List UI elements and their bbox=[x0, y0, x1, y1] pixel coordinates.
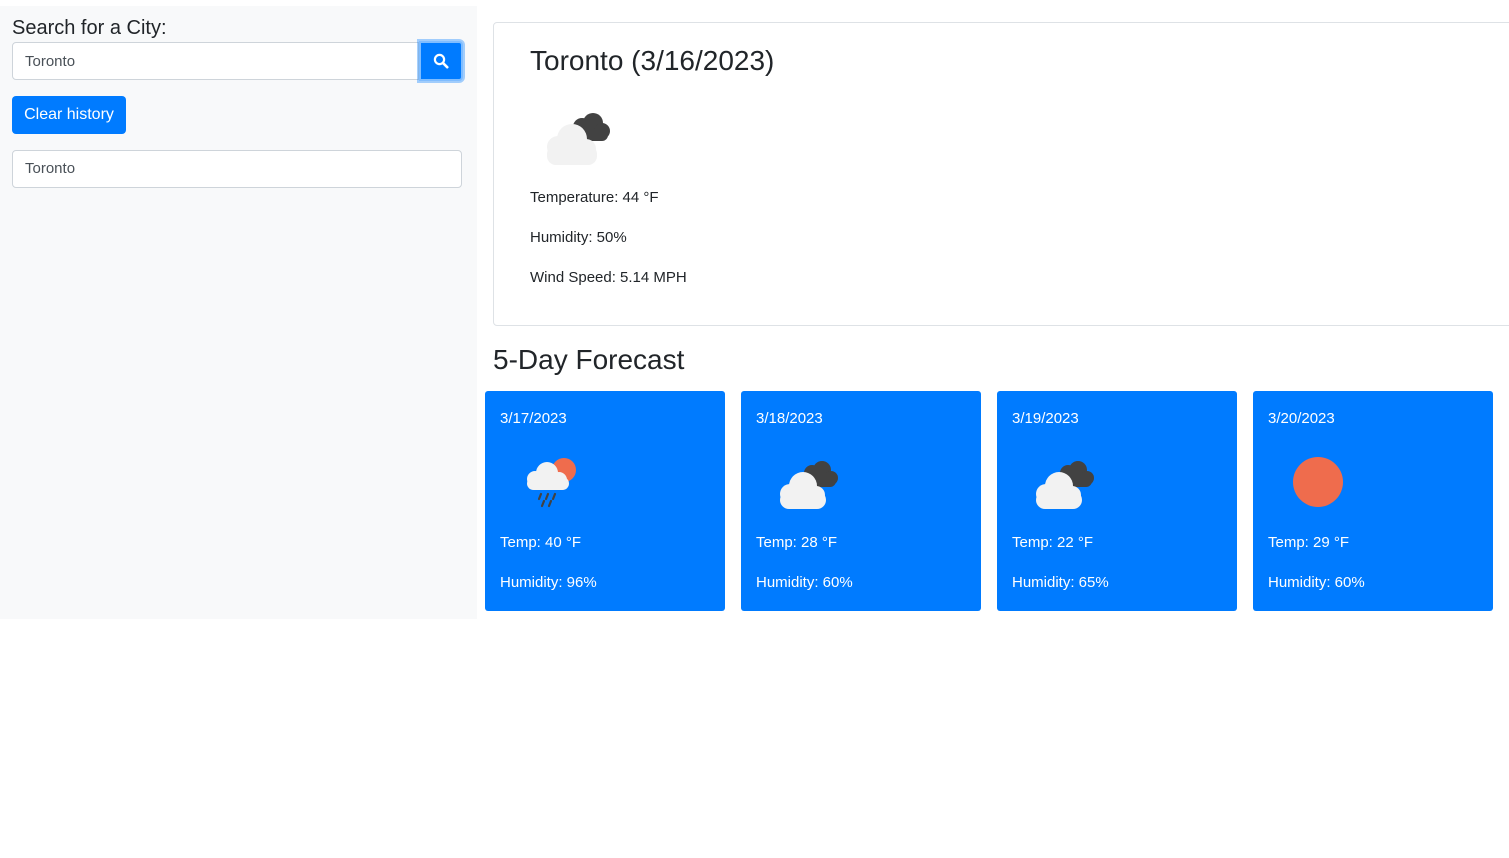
search-button[interactable] bbox=[419, 41, 463, 81]
forecast-date: 3/19/2023 bbox=[1012, 410, 1079, 427]
forecast-date: 3/18/2023 bbox=[756, 410, 823, 427]
clear-history-button[interactable]: Clear history bbox=[12, 96, 126, 134]
forecast-temp: Temp: 28 °F bbox=[756, 534, 838, 551]
forecast-humidity: Humidity: 65% bbox=[1012, 574, 1109, 591]
forecast-date: 3/17/2023 bbox=[500, 410, 567, 427]
broken-clouds-icon bbox=[780, 461, 838, 509]
forecast-temp: Temp: 40 °F bbox=[500, 534, 582, 551]
current-city-title: Toronto (3/16/2023) bbox=[530, 45, 775, 76]
broken-clouds-icon bbox=[547, 113, 610, 165]
current-humidity: Humidity: 50% bbox=[530, 229, 627, 246]
forecast-heading: 5-Day Forecast bbox=[493, 344, 685, 375]
clear-sky-icon bbox=[1293, 457, 1343, 507]
history-item-toronto[interactable]: Toronto bbox=[12, 150, 462, 188]
current-temperature: Temperature: 44 °F bbox=[530, 189, 659, 206]
forecast-card: 3/17/2023 Temp: 40 °F Humidity: 96% bbox=[485, 391, 725, 611]
forecast-humidity: Humidity: 96% bbox=[500, 574, 597, 591]
forecast-date: 3/20/2023 bbox=[1268, 410, 1335, 427]
forecast-temp: Temp: 22 °F bbox=[1012, 534, 1094, 551]
sidebar: Search for a City: Clear history Toronto bbox=[0, 6, 477, 619]
broken-clouds-icon bbox=[1036, 461, 1094, 509]
forecast-humidity: Humidity: 60% bbox=[1268, 574, 1365, 591]
forecast-temp: Temp: 29 °F bbox=[1268, 534, 1350, 551]
current-wind-speed: Wind Speed: 5.14 MPH bbox=[530, 269, 687, 286]
forecast-card: 3/18/2023 Temp: 28 °F Humidity: 60% bbox=[741, 391, 981, 611]
forecast-card: 3/20/2023 Temp: 29 °F Humidity: 60% bbox=[1253, 391, 1493, 611]
forecast-humidity: Humidity: 60% bbox=[756, 574, 853, 591]
search-label: Search for a City: bbox=[12, 17, 167, 39]
rain-icon bbox=[527, 458, 576, 508]
search-icon bbox=[433, 53, 449, 69]
search-input[interactable] bbox=[12, 42, 419, 80]
current-weather-card: Toronto (3/16/2023) Temperature: 44 °F H… bbox=[493, 22, 1509, 326]
forecast-card: 3/19/2023 Temp: 22 °F Humidity: 65% bbox=[997, 391, 1237, 611]
